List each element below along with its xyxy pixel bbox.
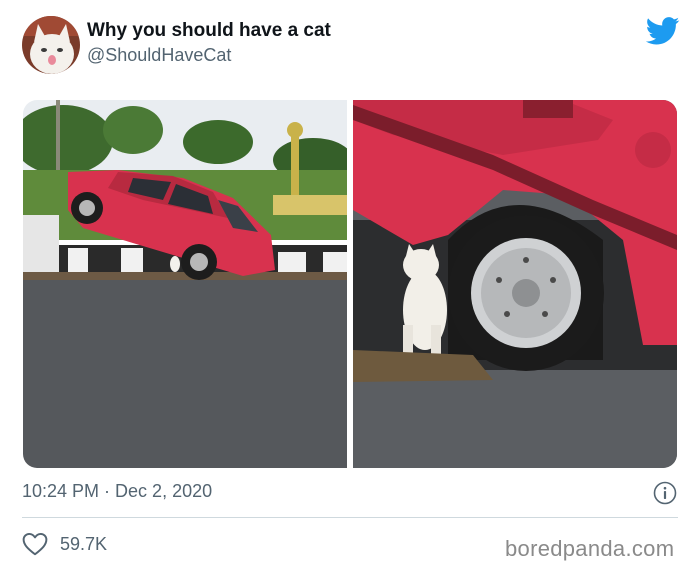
watermark: boredpanda.com [505,536,675,561]
like-heart-icon[interactable] [22,532,48,556]
photo-cat-under-car[interactable] [353,100,677,468]
avatar[interactable] [22,16,80,74]
display-name[interactable]: Why you should have a cat [87,20,331,42]
info-icon[interactable] [653,481,677,505]
photo-car-on-curb[interactable] [23,100,347,468]
cat-avatar-icon [22,16,80,74]
user-handle[interactable]: @ShouldHaveCat [87,45,231,66]
twitter-bird-icon[interactable] [646,17,680,45]
tweet-timestamp[interactable]: 10:24 PM · Dec 2, 2020 [22,481,212,502]
divider [22,517,678,518]
like-count: 59.7K [60,534,108,554]
